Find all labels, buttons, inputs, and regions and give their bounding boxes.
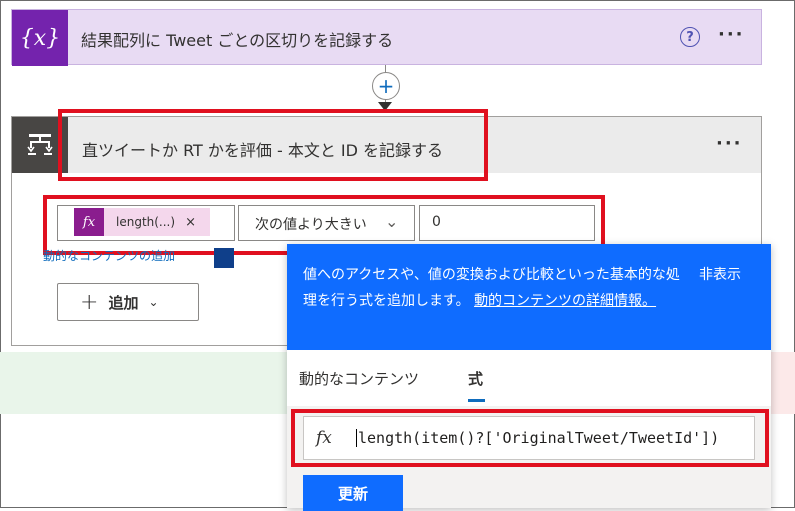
tab-dynamic-content[interactable]: 動的なコンテンツ xyxy=(299,368,419,389)
add-dynamic-content-link[interactable]: 動的なコンテンツの追加 xyxy=(43,247,175,264)
add-button-label: 追加 xyxy=(108,293,139,312)
if-no-branch-band xyxy=(771,352,795,414)
active-tab-indicator xyxy=(468,399,485,402)
update-button[interactable]: 更新 xyxy=(303,475,403,511)
plus-icon: + xyxy=(80,289,99,315)
insert-step-button[interactable]: + xyxy=(372,72,400,100)
tab-expression[interactable]: 式 xyxy=(468,368,483,389)
popup-tabs: 動的なコンテンツ 式 xyxy=(287,350,771,406)
chevron-down-icon: ⌄ xyxy=(148,295,159,309)
title-highlight xyxy=(58,109,488,181)
learn-more-link[interactable]: 動的コンテンツの詳細情報。 xyxy=(474,293,656,309)
expression-highlight xyxy=(291,409,769,467)
scope-action-card[interactable]: {x} 結果配列に Tweet ごとの区切りを記録する ? ··· xyxy=(11,9,762,66)
dynamic-content-popup: 値へのアクセスや、値の変換および比較といった基本的な処理を行う式を追加します。 … xyxy=(287,244,771,511)
popup-header: 値へのアクセスや、値の変換および比較といった基本的な処理を行う式を追加します。 … xyxy=(287,244,771,350)
condition-more-options-icon[interactable]: ··· xyxy=(716,133,743,154)
variable-icon: {x} xyxy=(12,10,68,66)
more-options-icon[interactable]: ··· xyxy=(718,24,745,45)
dynamic-content-badge xyxy=(214,248,234,268)
popup-description: 値へのアクセスや、値の変換および比較といった基本的な処理を行う式を追加します。 … xyxy=(303,262,691,314)
hide-button[interactable]: 非表示 xyxy=(699,264,741,284)
help-icon[interactable]: ? xyxy=(680,27,700,47)
add-button[interactable]: + 追加 ⌄ xyxy=(57,283,199,321)
if-yes-branch-band xyxy=(0,352,288,414)
scope-action-title[interactable]: 結果配列に Tweet ごとの区切りを記録する xyxy=(81,27,393,51)
